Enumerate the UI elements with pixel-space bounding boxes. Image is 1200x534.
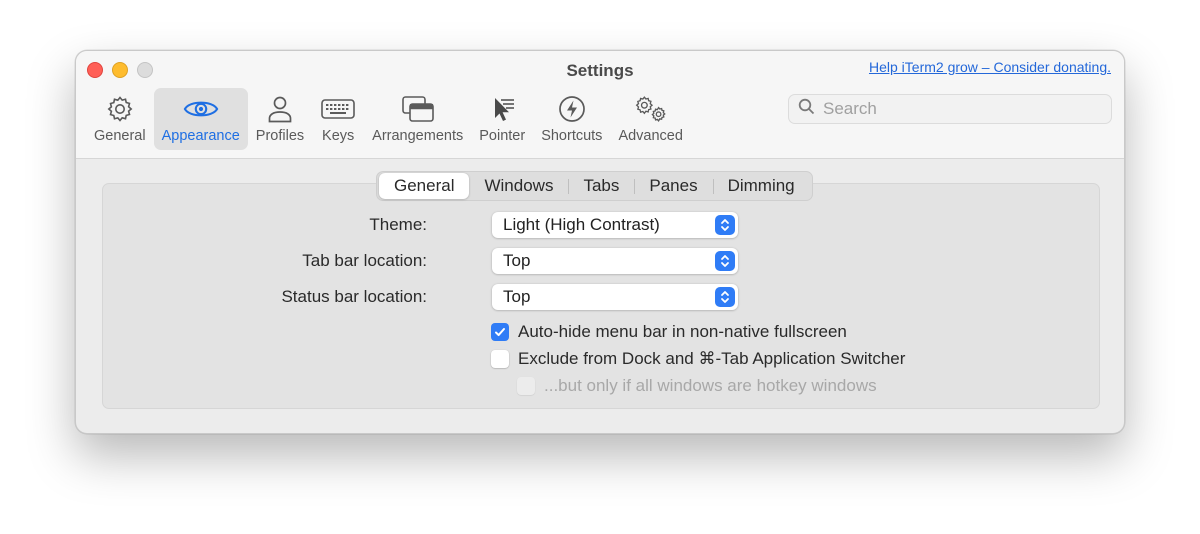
tab-bar-row: Tab bar location: Top: [103, 248, 1099, 274]
gears-icon: [633, 94, 669, 124]
auto-hide-menu-bar-checkbox[interactable]: Auto-hide menu bar in non-native fullscr…: [491, 321, 847, 343]
theme-select[interactable]: Light (High Contrast): [492, 212, 738, 238]
checkbox-box: [517, 377, 535, 395]
toolbar-label: Arrangements: [372, 128, 464, 144]
person-icon: [262, 94, 298, 124]
tab-general[interactable]: General: [379, 173, 470, 199]
chevron-up-down-icon: [715, 215, 735, 235]
status-bar-value: Top: [503, 287, 531, 306]
search-input[interactable]: [823, 99, 1083, 119]
donate-link[interactable]: Help iTerm2 grow – Consider donating.: [869, 59, 1111, 75]
settings-window: Settings Help iTerm2 grow – Consider don…: [75, 50, 1125, 434]
toolbar-label: Pointer: [479, 128, 526, 144]
toolbar-item-shortcuts[interactable]: Shortcuts: [533, 88, 610, 150]
status-bar-row: Status bar location: Top: [103, 284, 1099, 310]
toolbar-label: Appearance: [161, 128, 240, 144]
cursor-icon: [484, 94, 520, 124]
tab-bar-location-select[interactable]: Top: [492, 248, 738, 274]
search-icon: [798, 98, 815, 120]
toolbar-label: Advanced: [618, 128, 683, 144]
hotkey-only-label: ...but only if all windows are hotkey wi…: [544, 376, 877, 395]
toolbar-label: Profiles: [255, 128, 305, 144]
bolt-icon: [554, 94, 590, 124]
auto-hide-label: Auto-hide menu bar in non-native fullscr…: [518, 322, 847, 341]
status-bar-label: Status bar location:: [281, 287, 427, 306]
gear-icon: [102, 94, 138, 124]
tab-panes[interactable]: Panes: [634, 173, 712, 199]
hotkey-windows-only-checkbox: ...but only if all windows are hotkey wi…: [517, 375, 877, 397]
chevron-up-down-icon: [715, 251, 735, 271]
preferences-toolbar: General Appearance Profiles Keys Arrange…: [86, 88, 691, 150]
toolbar-item-advanced[interactable]: Advanced: [610, 88, 691, 150]
toolbar-item-pointer[interactable]: Pointer: [471, 88, 533, 150]
exclude-from-dock-checkbox[interactable]: Exclude from Dock and ⌘-Tab Application …: [491, 348, 905, 370]
tab-dimming[interactable]: Dimming: [712, 173, 810, 199]
appearance-subtabs: General Windows Tabs Panes Dimming: [376, 171, 813, 201]
tab-bar-value: Top: [503, 251, 531, 270]
toolbar-item-arrangements[interactable]: Arrangements: [364, 88, 471, 150]
checkbox-box[interactable]: [491, 350, 509, 368]
toolbar-label: Keys: [322, 128, 355, 144]
toolbar-item-appearance[interactable]: Appearance: [153, 88, 248, 150]
keyboard-icon: [320, 94, 356, 124]
tab-windows[interactable]: Windows: [469, 173, 568, 199]
windows-icon: [400, 94, 436, 124]
status-bar-location-select[interactable]: Top: [492, 284, 738, 310]
chevron-up-down-icon: [715, 287, 735, 307]
tab-tabs[interactable]: Tabs: [568, 173, 634, 199]
search-field[interactable]: [788, 94, 1112, 124]
theme-label: Theme:: [369, 215, 427, 234]
appearance-panel: Theme: Light (High Contrast) Tab bar loc…: [102, 183, 1100, 409]
toolbar-label: Shortcuts: [541, 128, 603, 144]
toolbar-label: General: [94, 128, 146, 144]
toolbar-item-general[interactable]: General: [86, 88, 154, 150]
eye-icon: [183, 94, 219, 124]
toolbar-item-keys[interactable]: Keys: [312, 88, 364, 150]
theme-value: Light (High Contrast): [503, 215, 660, 234]
theme-row: Theme: Light (High Contrast): [103, 212, 1099, 238]
exclude-dock-label: Exclude from Dock and ⌘-Tab Application …: [518, 349, 906, 368]
checkmark-icon[interactable]: [491, 323, 509, 341]
title-bar: Settings Help iTerm2 grow – Consider don…: [76, 51, 1124, 159]
toolbar-item-profiles[interactable]: Profiles: [248, 88, 312, 150]
tab-bar-label: Tab bar location:: [302, 251, 427, 270]
